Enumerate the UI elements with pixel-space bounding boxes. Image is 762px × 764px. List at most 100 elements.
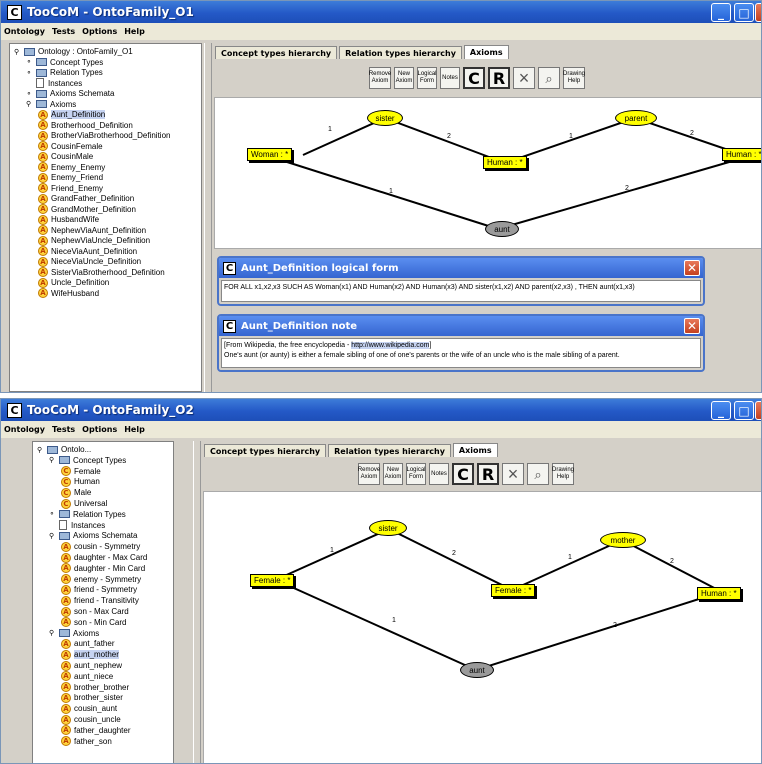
pane-splitter[interactable]	[204, 43, 212, 392]
minimize-button[interactable]: _	[711, 3, 731, 22]
tree-item[interactable]: A Aunt_Definition	[38, 109, 106, 120]
tree-item[interactable]: A WifeHusband	[38, 288, 99, 299]
tree-item[interactable]: Ason - Min Card	[61, 617, 126, 628]
relation-node-aunt[interactable]: aunt	[485, 221, 519, 237]
drawing-help-button[interactable]: Drawing Help	[552, 463, 574, 485]
tab-relation-types-hierarchy[interactable]: Relation types hierarchy	[339, 46, 462, 59]
menu-options[interactable]: Options	[82, 425, 117, 434]
tree-item[interactable]: Afriend - Transitivity	[61, 595, 139, 606]
tree-item[interactable]: C Human	[61, 476, 100, 487]
delete-x-icon[interactable]: ×	[513, 67, 535, 89]
collapsed-toggle-icon[interactable]: ⚬	[26, 58, 34, 66]
delete-x-icon[interactable]: ×	[502, 463, 524, 485]
menu-ontology[interactable]: Ontology	[4, 27, 45, 36]
panel-close-button[interactable]: ✕	[684, 260, 700, 276]
tree-item[interactable]: A CousinFemale	[38, 141, 103, 152]
tree-item[interactable]: A GrandMother_Definition	[38, 204, 136, 215]
tree-item[interactable]: A Uncle_Definition	[38, 277, 109, 288]
tree-item[interactable]: Adaughter - Min Card	[61, 563, 145, 574]
tree-item[interactable]: A NieceViaUncle_Definition	[38, 256, 141, 267]
tree-item[interactable]: Aaunt_father	[61, 638, 114, 649]
concept-tool-button[interactable]: C	[452, 463, 474, 485]
relation-node-sister[interactable]: sister	[367, 110, 403, 126]
concept-node-female[interactable]: Female : *	[250, 574, 295, 587]
tree-item[interactable]: C Female	[61, 466, 101, 477]
relation-node-parent[interactable]: parent	[615, 110, 657, 126]
drawing-help-button[interactable]: Drawing Help	[563, 67, 585, 89]
tab-axioms[interactable]: Axioms	[463, 45, 509, 59]
tree-item[interactable]: Abrother_sister	[61, 692, 123, 703]
tree-item[interactable]: Aaunt_niece	[61, 671, 113, 682]
tree-item[interactable]: Afather_son	[61, 736, 112, 747]
select-tool-icon[interactable]: ⌕	[527, 463, 549, 485]
tree-item[interactable]: A Brotherhood_Definition	[38, 120, 133, 131]
expanded-toggle-icon[interactable]: ⚲	[37, 446, 45, 454]
new-axiom-button[interactable]: New Axiom	[383, 463, 403, 485]
relation-tool-button[interactable]: R	[477, 463, 499, 485]
tree-item[interactable]: ⚲ Ontolo...	[37, 444, 91, 455]
remove-axiom-button[interactable]: Remove Axiom	[369, 67, 391, 89]
note-link[interactable]: http://www.wikipedia.com	[351, 342, 430, 349]
tree-item[interactable]: A Enemy_Enemy	[38, 162, 105, 173]
tree-item[interactable]: A BrotherViaBrotherhood_Definition	[38, 130, 170, 141]
tree-item[interactable]: Afather_daughter	[61, 725, 131, 736]
tree-item[interactable]: Ason - Max Card	[61, 606, 129, 617]
maximize-button[interactable]: □	[734, 3, 754, 22]
tree-item[interactable]: A Enemy_Friend	[38, 172, 103, 183]
relation-node-mother[interactable]: mother	[600, 532, 646, 548]
tree-item[interactable]: ⚬ Relation Types	[26, 67, 103, 78]
maximize-button[interactable]: □	[734, 401, 754, 420]
tree-item[interactable]: ⚬ Concept Types	[26, 57, 103, 68]
tree-item[interactable]: Instances	[49, 520, 105, 531]
tree-item[interactable]: Aenemy - Symmetry	[61, 574, 141, 585]
tree-item[interactable]: Aaunt_nephew	[61, 660, 122, 671]
tree-item[interactable]: Acousin_uncle	[61, 714, 121, 725]
notes-button[interactable]: Notes	[440, 67, 460, 89]
concept-node-woman[interactable]: Woman : *	[247, 148, 293, 161]
tree-item[interactable]: ⚲ Concept Types	[49, 455, 126, 466]
relation-tool-button[interactable]: R	[488, 67, 510, 89]
title-bar[interactable]: C TooCoM - OntoFamily_O1 _ □ ×	[1, 1, 761, 23]
concept-node-human[interactable]: Human : *	[722, 148, 761, 161]
tree-item[interactable]: A HusbandWife	[38, 214, 99, 225]
close-button[interactable]: ×	[755, 401, 761, 420]
expanded-toggle-icon[interactable]: ⚲	[14, 48, 22, 56]
minimize-button[interactable]: _	[711, 401, 731, 420]
tree-item[interactable]: A Friend_Enemy	[38, 183, 103, 194]
tree-item[interactable]: A NieceViaAunt_Definition	[38, 246, 137, 257]
expanded-toggle-icon[interactable]: ⚲	[49, 532, 57, 540]
tree-item[interactable]: A NephewViaUncle_Definition	[38, 235, 150, 246]
menu-tests[interactable]: Tests	[52, 27, 75, 36]
tree-item[interactable]: ⚲ Ontology : OntoFamily_O1	[14, 46, 133, 57]
tree-item[interactable]: Acousin_aunt	[61, 703, 117, 714]
tab-relation-types-hierarchy[interactable]: Relation types hierarchy	[328, 444, 451, 457]
tab-axioms[interactable]: Axioms	[452, 443, 498, 457]
axiom-graph-canvas[interactable]: 1 2 1 2 1 2 sister mother aunt Female : …	[203, 491, 761, 763]
expanded-toggle-icon[interactable]: ⚲	[49, 629, 57, 637]
menu-ontology[interactable]: Ontology	[4, 425, 45, 434]
logical-form-button[interactable]: Logical Form	[406, 463, 426, 485]
menu-options[interactable]: Options	[82, 27, 117, 36]
menu-help[interactable]: Help	[124, 425, 145, 434]
tree-item[interactable]: ⚲ Axioms	[26, 99, 76, 110]
select-tool-icon[interactable]: ⌕	[538, 67, 560, 89]
remove-axiom-button[interactable]: Remove Axiom	[358, 463, 380, 485]
relation-node-sister[interactable]: sister	[369, 520, 407, 536]
tree-item[interactable]: Abrother_brother	[61, 682, 129, 693]
logical-form-button[interactable]: Logical Form	[417, 67, 437, 89]
new-axiom-button[interactable]: New Axiom	[394, 67, 414, 89]
collapsed-toggle-icon[interactable]: ⚬	[26, 90, 34, 98]
ontology-tree[interactable]: ⚲ Ontology : OntoFamily_O1 ⚬ Concept Types ⚬…	[9, 43, 202, 392]
tree-item[interactable]: ⚲ Axioms Schemata	[49, 530, 137, 541]
concept-node-human[interactable]: Human : *	[483, 156, 527, 169]
close-button[interactable]: ×	[755, 3, 761, 22]
tree-item[interactable]: ⚲ Axioms	[49, 628, 99, 639]
tree-item[interactable]: Instances	[26, 78, 82, 89]
menu-help[interactable]: Help	[124, 27, 145, 36]
tab-concept-types-hierarchy[interactable]: Concept types hierarchy	[215, 46, 338, 59]
menu-tests[interactable]: Tests	[52, 425, 75, 434]
tree-item[interactable]: ⚬ Axioms Schemata	[26, 88, 114, 99]
tree-item[interactable]: Aaunt_mother	[61, 649, 119, 660]
expanded-toggle-icon[interactable]: ⚲	[26, 100, 34, 108]
axiom-graph-canvas[interactable]: 1 2 1 2 1 2 sister parent aunt Woman : *…	[214, 97, 761, 249]
